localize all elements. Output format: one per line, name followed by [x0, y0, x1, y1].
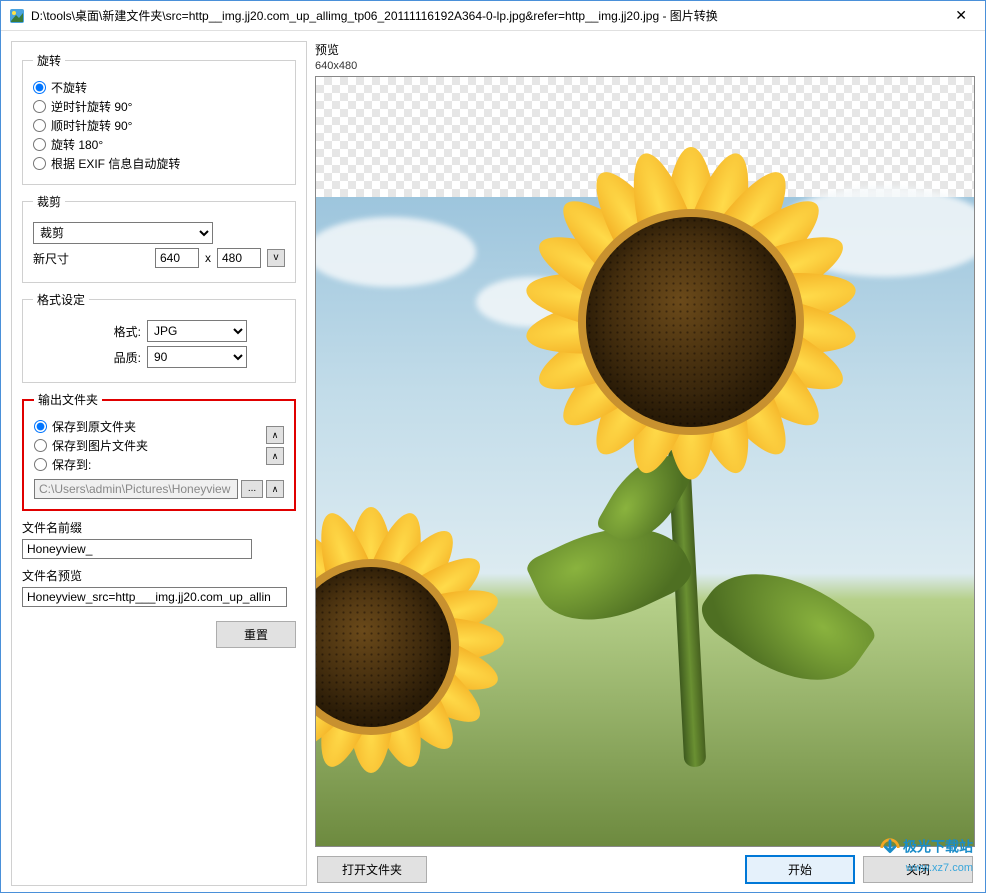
rotate-180-radio[interactable]: [33, 138, 46, 151]
x-label: x: [205, 251, 211, 265]
rotate-none-radio[interactable]: [33, 81, 46, 94]
bottom-bar: 打开文件夹 开始 关闭: [315, 847, 975, 886]
format-select[interactable]: JPG: [147, 320, 247, 342]
prefix-section: 文件名前缀: [22, 519, 296, 559]
app-icon: [9, 8, 25, 24]
browse-button[interactable]: ...: [241, 480, 263, 498]
crop-width-input[interactable]: [155, 248, 199, 268]
quality-label: 品质:: [99, 349, 141, 366]
close-icon[interactable]: ✕: [945, 7, 977, 24]
close-button[interactable]: 关闭: [863, 856, 973, 883]
format-label: 格式:: [99, 323, 141, 340]
crop-legend: 裁剪: [33, 193, 65, 210]
preview-name-input[interactable]: [22, 587, 287, 607]
app-window: D:\tools\桌面\新建文件夹\src=http__img.jj20.com…: [0, 0, 986, 893]
rotate-ccw90-radio[interactable]: [33, 100, 46, 113]
output-pictures-label[interactable]: 保存到图片文件夹: [52, 437, 148, 454]
crop-mode-select[interactable]: 裁剪: [33, 222, 213, 244]
titlebar: D:\tools\桌面\新建文件夹\src=http__img.jj20.com…: [1, 1, 985, 31]
rotate-180-label[interactable]: 旋转 180°: [51, 136, 103, 153]
output-group: 输出文件夹 保存到原文件夹 保存到图片文件夹 保存到: ∧ ∧ ... ∧: [22, 391, 296, 511]
format-group: 格式设定 格式: JPG 品质: 90: [22, 291, 296, 383]
prefix-label: 文件名前缀: [22, 519, 296, 536]
output-pictures-radio[interactable]: [34, 439, 47, 452]
format-legend: 格式设定: [33, 291, 89, 308]
titlebar-text: D:\tools\桌面\新建文件夹\src=http__img.jj20.com…: [31, 7, 945, 24]
newsize-label: 新尺寸: [33, 250, 83, 267]
output-up3-button[interactable]: ∧: [266, 480, 284, 498]
reset-button[interactable]: 重置: [216, 621, 296, 648]
preview-image: [315, 76, 975, 847]
preview-name-section: 文件名预览: [22, 567, 296, 607]
rotate-cw90-radio[interactable]: [33, 119, 46, 132]
output-orig-label[interactable]: 保存到原文件夹: [52, 418, 136, 435]
left-panel: 旋转 不旋转 逆时针旋转 90° 顺时针旋转 90° 旋转 180° 根据 EX…: [11, 41, 307, 886]
crop-group: 裁剪 裁剪 新尺寸 x v: [22, 193, 296, 283]
output-up2-button[interactable]: ∧: [266, 447, 284, 465]
output-path-input: [34, 479, 238, 499]
rotate-legend: 旋转: [33, 52, 65, 69]
output-up1-button[interactable]: ∧: [266, 426, 284, 444]
rotate-group: 旋转 不旋转 逆时针旋转 90° 顺时针旋转 90° 旋转 180° 根据 EX…: [22, 52, 296, 185]
rotate-ccw90-label[interactable]: 逆时针旋转 90°: [51, 98, 132, 115]
crop-v-button[interactable]: v: [267, 249, 285, 267]
output-custom-label[interactable]: 保存到:: [52, 456, 91, 473]
crop-height-input[interactable]: [217, 248, 261, 268]
rotate-none-label[interactable]: 不旋转: [51, 79, 87, 96]
content-area: 旋转 不旋转 逆时针旋转 90° 顺时针旋转 90° 旋转 180° 根据 EX…: [1, 31, 985, 892]
preview-dims: 640x480: [315, 60, 975, 72]
output-orig-radio[interactable]: [34, 420, 47, 433]
preview-label: 预览: [315, 41, 975, 58]
quality-select[interactable]: 90: [147, 346, 247, 368]
rotate-exif-label[interactable]: 根据 EXIF 信息自动旋转: [51, 155, 180, 172]
start-button[interactable]: 开始: [745, 855, 855, 884]
output-legend: 输出文件夹: [34, 391, 102, 408]
prefix-input[interactable]: [22, 539, 252, 559]
rotate-cw90-label[interactable]: 顺时针旋转 90°: [51, 117, 132, 134]
output-custom-radio[interactable]: [34, 458, 47, 471]
preview-name-label: 文件名预览: [22, 567, 296, 584]
right-panel: 预览 640x480: [315, 41, 975, 886]
rotate-exif-radio[interactable]: [33, 157, 46, 170]
open-folder-button[interactable]: 打开文件夹: [317, 856, 427, 883]
